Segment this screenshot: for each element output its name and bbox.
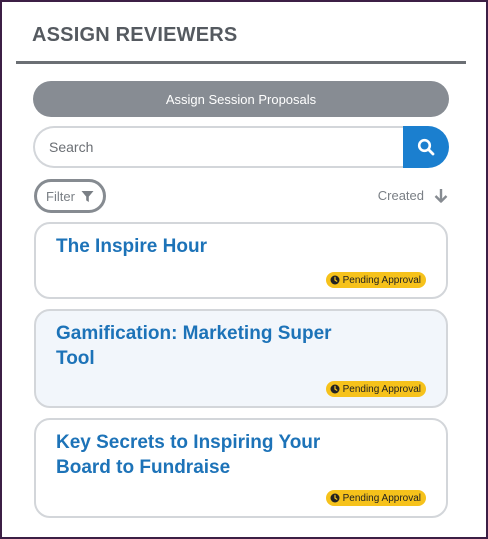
search-input[interactable] [33,126,405,168]
header-divider [16,61,466,64]
arrow-down-icon [434,189,448,203]
status-badge: Pending Approval [325,272,426,288]
search-button[interactable] [403,126,449,168]
proposal-card[interactable]: The Inspire Hour Pending Approval [34,222,448,299]
assign-session-proposals-button[interactable]: Assign Session Proposals [33,81,449,117]
status-badge: Pending Approval [325,490,426,506]
sort-control[interactable]: Created [378,188,448,203]
status-text: Pending Approval [342,274,421,286]
proposal-title: The Inspire Hour [56,236,207,257]
funnel-icon [81,190,94,202]
proposal-title: Gamification: Marketing Super Tool [56,323,332,369]
filter-label: Filter [46,188,75,204]
clock-icon [330,493,340,503]
proposal-card[interactable]: Key Secrets to Inspiring Your Board to F… [34,418,448,518]
proposal-card[interactable]: Gamification: Marketing Super Tool Pendi… [34,309,448,408]
proposal-title: Key Secrets to Inspiring Your Board to F… [56,432,321,478]
clock-icon [330,275,340,285]
search-icon [417,138,435,156]
status-text: Pending Approval [342,383,421,395]
filter-button[interactable]: Filter [34,179,106,213]
status-text: Pending Approval [342,492,421,504]
page-title: ASSIGN REVIEWERS [32,24,238,46]
search-bar [33,126,449,168]
sort-label: Created [377,188,424,203]
status-badge: Pending Approval [325,381,426,397]
clock-icon [330,384,340,394]
assign-reviewers-panel: ASSIGN REVIEWERS Assign Session Proposal… [0,0,488,539]
